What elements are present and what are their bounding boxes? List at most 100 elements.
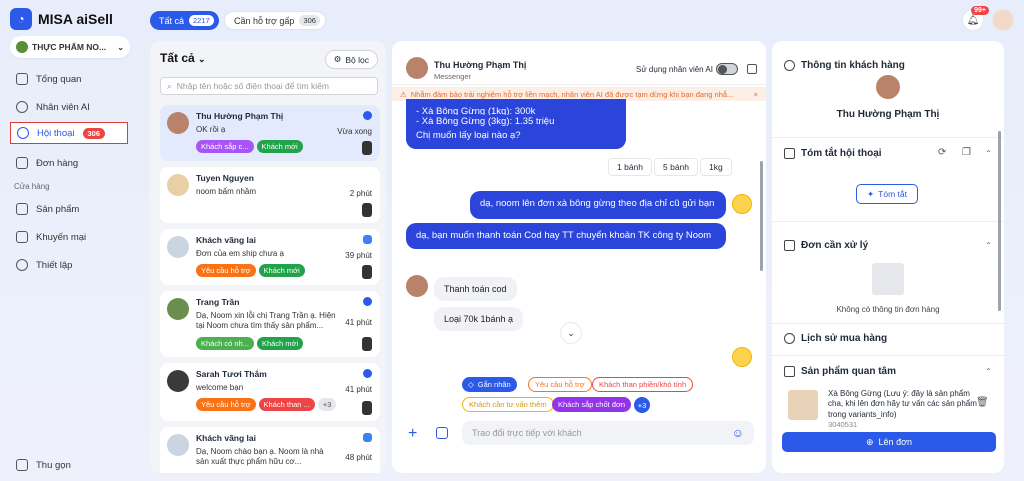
sidebar-item-promotions[interactable]: Khuyến mại [10, 226, 128, 248]
avatar [167, 174, 189, 196]
tag-button-label: Gắn nhãn [477, 380, 511, 389]
chat-logo-icon: ◔ [10, 8, 32, 30]
scroll-down-button[interactable]: ⌄ [560, 322, 582, 344]
conversation-list-panel: Tất cả ⌄ ⚙ Bộ lọc ⌕ Nhập tên hoặc số điệ… [150, 41, 386, 473]
sidebar-item-products[interactable]: Sản phẩm [10, 198, 128, 220]
warning-text: Nhằm đảm bảo trải nghiệm hỗ trợ liền mạc… [410, 89, 734, 99]
more-tags-badge[interactable]: +3 [634, 397, 650, 413]
chat-panel: Thu Hường Phạm Thị Messenger Sử dụng nhâ… [392, 41, 766, 473]
app-logo[interactable]: ◔ MISA aiSell [10, 8, 113, 30]
sidebar-item-overview[interactable]: Tổng quan [10, 68, 128, 90]
tag[interactable]: Khách than ... [258, 398, 315, 412]
sidebar-item-conversations[interactable]: Hội thoại 306 [10, 122, 128, 144]
refresh-icon[interactable]: ⟳ [938, 147, 946, 158]
conversation-card[interactable]: Trang Trần Dạ, Noom xin lỗi chị Trang Tr… [160, 291, 380, 357]
ai-agent-avatar [732, 347, 752, 367]
agent-avatar [362, 401, 372, 415]
tab-urgent[interactable]: Cần hỗ trợ gấp 306 [224, 11, 326, 30]
chat-header: Thu Hường Phạm Thị Messenger Sử dụng nhâ… [392, 41, 766, 85]
tag[interactable]: Yêu cầu hỗ trợ [196, 398, 256, 412]
zalo-icon [363, 235, 372, 244]
ai-toggle-label: Sử dụng nhân viên AI [636, 65, 713, 74]
conversation-card[interactable]: Khách vãng lai Dạ, Noom chào bạn ạ. Noom… [160, 427, 380, 473]
tag-chip[interactable]: Yêu cầu hỗ trợ [528, 377, 592, 392]
emoji-icon[interactable]: ☺ [732, 426, 744, 440]
trash-icon[interactable]: 🗑︎ [976, 397, 989, 408]
purchase-history-section[interactable]: Lịch sử mua hàng [784, 333, 887, 344]
notification-button[interactable]: 🔔︎ 99+ [962, 6, 989, 31]
quick-reply-button[interactable]: 5 bánh [654, 158, 698, 176]
interested-products-section: Sản phẩm quan tâm [784, 366, 896, 377]
ai-toggle-switch[interactable] [716, 63, 738, 75]
add-attachment-icon[interactable]: + [408, 425, 417, 443]
list-filter-dropdown[interactable]: Tất cả ⌄ [160, 51, 206, 65]
sidebar-item-orders[interactable]: Đơn hàng [10, 152, 128, 174]
message-time: Vừa xong [337, 127, 372, 136]
box-icon [16, 203, 28, 215]
composer-placeholder: Trao đổi trực tiếp với khách [472, 428, 582, 438]
tag[interactable]: Khách mới [258, 264, 305, 278]
quick-reply-button[interactable]: 1 bánh [608, 158, 652, 176]
search-input[interactable]: ⌕ Nhập tên hoặc số điện thoại để tìm kiế… [160, 77, 378, 95]
message-time: 41 phút [345, 318, 372, 327]
zalo-icon [363, 433, 372, 442]
avatar [167, 112, 189, 134]
message-line: Chị muốn lấy loại nào ạ? [416, 129, 521, 141]
divider [772, 221, 1004, 222]
tag[interactable]: Khách có nh... [196, 336, 254, 350]
tag[interactable]: Khách mới [256, 336, 304, 350]
summary-icon [784, 148, 795, 159]
chat-channel: Messenger [434, 72, 472, 81]
tab-all[interactable]: Tất cả 2217 [150, 11, 219, 30]
tag[interactable]: Khách mới [256, 140, 303, 154]
collapse-icon [16, 459, 28, 471]
chevron-down-icon: ⌄ [567, 327, 575, 338]
customer-name: Khách vãng lai [196, 433, 256, 443]
panel-toggle-icon[interactable] [747, 64, 757, 74]
more-tags-badge[interactable]: +3 [317, 398, 337, 412]
conversation-card[interactable]: Khách vãng lai Đơn của em ship chưa ạ 39… [160, 229, 380, 285]
user-icon [784, 60, 795, 71]
chevron-up-icon[interactable]: ⌃ [985, 241, 992, 250]
agent-avatar [362, 265, 372, 279]
filter-button[interactable]: ⚙ Bộ lọc [324, 50, 378, 69]
message-composer[interactable]: Trao đổi trực tiếp với khách ☺ [462, 421, 754, 445]
tag-list: Khách có nh... Khách mới [196, 336, 372, 350]
sidebar-item-ai-staff[interactable]: Nhân viên AI [10, 96, 128, 118]
tag-icon[interactable] [436, 427, 448, 439]
summary-section: Tóm tắt hội thoại [784, 148, 882, 159]
sidebar-item-settings[interactable]: Thiết lập [10, 254, 128, 276]
tag-chip[interactable]: Khách cần tư vấn thêm [462, 397, 554, 412]
conversation-card[interactable]: Tuyen Nguyen noom bấm nhầm 2 phút [160, 167, 380, 223]
info-scrollbar[interactable] [998, 131, 1001, 311]
overview-icon [16, 73, 28, 85]
summarize-button[interactable]: ✦ Tóm tắt [856, 184, 918, 204]
list-title: Tất cả [160, 51, 195, 65]
conversation-card[interactable]: Thu Hường Phạm Thị OK rồi ạ Vừa xong Khá… [160, 105, 380, 161]
tag-chip[interactable]: Khách than phiền/khó tính [592, 377, 694, 392]
avatar [167, 236, 189, 258]
chat-scrollbar[interactable] [760, 161, 763, 271]
filter-icon: ⚙ [333, 54, 342, 64]
warning-icon: ⚠ [400, 89, 407, 99]
customer-name: Thu Hường Phạm Thị [836, 109, 940, 120]
section-title: Tóm tắt hội thoại [801, 148, 882, 159]
quick-reply-button[interactable]: 1kg [700, 158, 732, 176]
chevron-up-icon[interactable]: ⌃ [985, 149, 992, 158]
create-order-button[interactable]: ⊕ Lên đơn [782, 432, 996, 452]
section-label-store: Cửa hàng [14, 182, 50, 191]
store-selector[interactable]: THỰC PHẨM NO... ⌄ [10, 36, 130, 58]
agent-avatar [362, 203, 372, 217]
messenger-icon [363, 369, 372, 378]
add-tag-button[interactable]: ◇ Gắn nhãn [462, 377, 517, 392]
sidebar-item-label: Đơn hàng [36, 157, 79, 169]
tag[interactable]: Khách sắp c... [196, 140, 254, 154]
collapse-sidebar-button[interactable]: Thu gọn [10, 454, 128, 476]
tag-chip[interactable]: Khách sắp chốt đơn [552, 397, 632, 412]
copy-icon[interactable]: ❐ [962, 147, 971, 158]
chevron-up-icon[interactable]: ⌃ [985, 367, 992, 376]
tag[interactable]: Yêu cầu hỗ trợ [196, 264, 256, 278]
close-icon[interactable]: × [754, 90, 758, 99]
user-avatar[interactable] [992, 9, 1014, 31]
conversation-card[interactable]: Sarah Tươi Thắm welcome bạn 41 phút Yêu … [160, 363, 380, 421]
